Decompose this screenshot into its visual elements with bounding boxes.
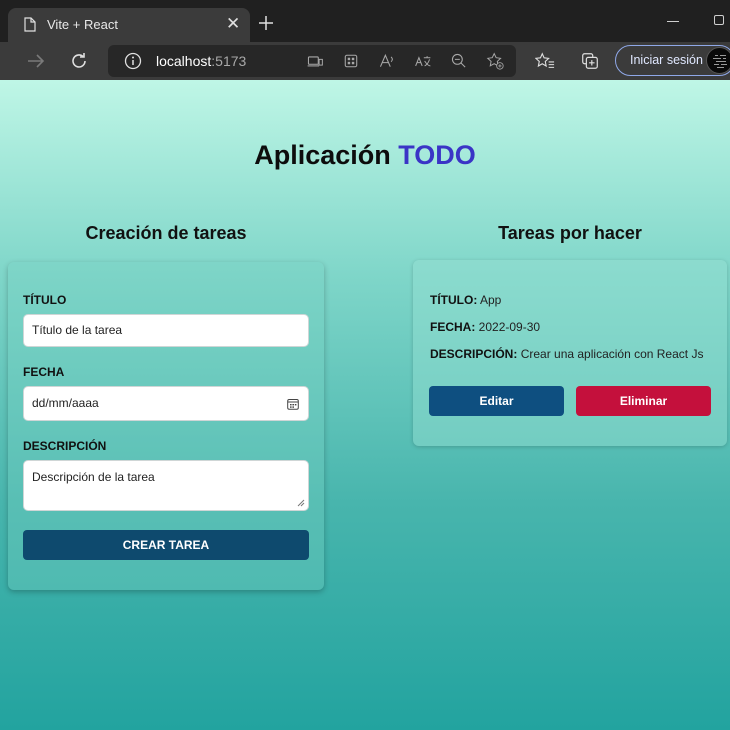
date-label: FECHA xyxy=(23,365,65,379)
read-aloud-icon[interactable] xyxy=(376,50,398,72)
browser-titlebar: Vite + React ✕ xyxy=(0,0,730,42)
document-icon xyxy=(24,17,36,32)
apps-icon[interactable] xyxy=(340,50,362,72)
zoom-out-icon[interactable] xyxy=(448,50,470,72)
form-heading: Creación de tareas xyxy=(85,223,247,243)
task-title-label: TÍTULO: xyxy=(430,293,478,307)
favorites-icon[interactable] xyxy=(534,50,556,72)
refresh-icon[interactable] xyxy=(68,50,90,72)
task-date-line: FECHA: 2022-09-30 xyxy=(430,320,540,334)
description-textarea[interactable]: Descripción de la tarea xyxy=(23,460,309,511)
task-description-line: DESCRIPCIÓN: Crear una aplicación con Re… xyxy=(430,347,703,361)
edit-task-button[interactable]: Editar xyxy=(429,386,564,416)
browser-toolbar: localhost:5173 Iniciar sesión xyxy=(0,42,730,80)
collections-icon[interactable] xyxy=(579,50,601,72)
date-placeholder: dd/mm/aaaa xyxy=(32,396,99,410)
calendar-icon[interactable] xyxy=(287,398,299,410)
title-label: TÍTULO xyxy=(23,293,67,307)
description-label: DESCRIPCIÓN xyxy=(23,439,107,453)
delete-task-button[interactable]: Eliminar xyxy=(576,386,711,416)
task-date-label: FECHA: xyxy=(430,320,476,334)
task-title-value: App xyxy=(480,293,502,307)
title-accent: TODO xyxy=(398,140,476,170)
task-date-value: 2022-09-30 xyxy=(478,320,541,334)
new-tab-icon[interactable] xyxy=(257,14,275,32)
task-title-line: TÍTULO: App xyxy=(430,293,501,307)
title-main: Aplicación xyxy=(254,140,399,170)
title-input[interactable]: Título de la tarea xyxy=(23,314,309,347)
task-description-value: Crear una aplicación con React Js xyxy=(520,347,704,361)
address-url: localhost:5173 xyxy=(156,53,246,69)
tab-title: Vite + React xyxy=(47,17,118,32)
signin-label: Iniciar sesión xyxy=(630,53,703,67)
create-task-button[interactable]: CREAR TAREA xyxy=(23,530,309,560)
task-card: TÍTULO: App FECHA: 2022-09-30 DESCRIPCIÓ… xyxy=(413,260,727,446)
translate-icon[interactable] xyxy=(412,50,434,72)
address-host: localhost xyxy=(156,53,212,69)
address-bar[interactable]: localhost:5173 xyxy=(108,45,516,77)
add-favorite-icon[interactable] xyxy=(484,50,506,72)
description-placeholder: Descripción de la tarea xyxy=(32,470,155,484)
device-icon[interactable] xyxy=(304,50,326,72)
tasks-heading: Tareas por hacer xyxy=(498,223,642,243)
browser-tab[interactable]: Vite + React ✕ xyxy=(8,8,250,42)
avatar[interactable] xyxy=(706,47,730,74)
page-title: Aplicación TODO xyxy=(0,140,730,171)
task-form-card: TÍTULO Título de la tarea FECHA dd/mm/aa… xyxy=(8,262,324,590)
info-icon[interactable] xyxy=(124,52,142,70)
address-port: :5173 xyxy=(211,53,247,69)
back-arrow-icon[interactable] xyxy=(24,50,46,72)
minimize-icon[interactable] xyxy=(667,21,679,22)
date-input[interactable]: dd/mm/aaaa xyxy=(23,386,309,421)
close-tab-icon[interactable]: ✕ xyxy=(226,15,240,33)
task-description-label: DESCRIPCIÓN: xyxy=(430,347,518,361)
maximize-icon[interactable] xyxy=(714,15,724,25)
resize-grip-icon[interactable] xyxy=(297,499,305,507)
app-page: Aplicación TODO Creación de tareas Tarea… xyxy=(0,80,730,730)
